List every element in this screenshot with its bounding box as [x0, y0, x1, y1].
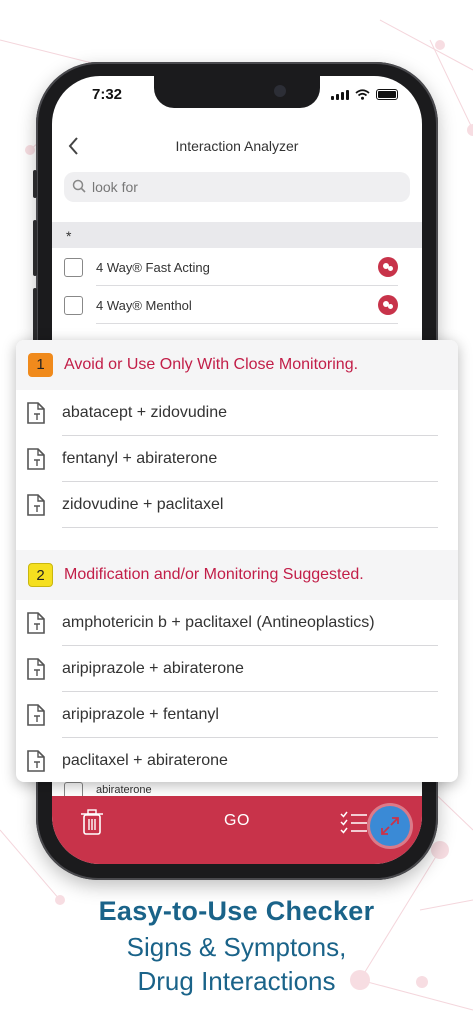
- severity-header: 1 Avoid or Use Only With Close Monitorin…: [16, 340, 458, 390]
- document-icon: [27, 704, 45, 726]
- interaction-pair: zidovudine + paclitaxel: [62, 496, 224, 513]
- search-input[interactable]: look for: [64, 172, 410, 202]
- interaction-pair: fentanyl + abiraterone: [62, 450, 218, 467]
- interaction-results-card: 1 Avoid or Use Only With Close Monitorin…: [16, 340, 458, 782]
- expand-button[interactable]: [370, 806, 410, 846]
- page-title: Interaction Analyzer: [175, 138, 299, 154]
- interaction-pair: aripiprazole + abiraterone: [62, 660, 244, 677]
- list-item[interactable]: 4 Way® Menthol: [52, 286, 422, 324]
- section-header: *: [52, 222, 422, 248]
- status-time: 7:32: [92, 86, 123, 103]
- expand-icon: [381, 817, 399, 835]
- document-icon: [27, 402, 45, 424]
- severity-title: Modification and/or Monitoring Suggested…: [64, 566, 364, 583]
- drug-name: 4 Way® Menthol: [96, 298, 192, 313]
- mute-switch: [33, 170, 37, 198]
- list-item[interactable]: 4 Way® Fast Acting: [52, 248, 422, 286]
- interaction-pair: paclitaxel + abiraterone: [62, 752, 228, 769]
- pill-icon[interactable]: [378, 295, 398, 315]
- document-icon: [27, 494, 45, 516]
- signal-icon: [331, 89, 349, 100]
- status-icons: [331, 89, 398, 100]
- interaction-row[interactable]: aripiprazole + fentanyl: [16, 692, 458, 738]
- battery-icon: [376, 89, 398, 100]
- interaction-row[interactable]: aripiprazole + abiraterone: [16, 646, 458, 692]
- checklist-icon[interactable]: [340, 810, 368, 836]
- tagline-line-3: Drug Interactions: [137, 966, 336, 996]
- search-icon: [72, 179, 86, 193]
- interaction-pair: abatacept + zidovudine: [62, 404, 228, 421]
- interaction-row[interactable]: fentanyl + abiraterone: [16, 436, 458, 482]
- notch: [154, 76, 320, 108]
- document-icon: [27, 612, 45, 634]
- checkbox[interactable]: [64, 296, 83, 315]
- interaction-pair: amphotericin b + paclitaxel (Antineoplas…: [62, 614, 375, 631]
- interaction-row[interactable]: zidovudine + paclitaxel: [16, 482, 458, 528]
- severity-badge: 2: [28, 563, 53, 587]
- document-icon: [27, 750, 45, 772]
- checkbox[interactable]: [64, 258, 83, 277]
- document-icon: [27, 658, 45, 680]
- severity-badge: 1: [28, 353, 53, 377]
- document-icon: [27, 448, 45, 470]
- search-placeholder: look for: [92, 179, 138, 195]
- drug-name: abiraterone: [96, 784, 152, 796]
- section-header-label: *: [66, 228, 72, 244]
- volume-down-button: [33, 288, 37, 344]
- interaction-row[interactable]: abatacept + zidovudine: [16, 390, 458, 436]
- interaction-row[interactable]: amphotericin b + paclitaxel (Antineoplas…: [16, 600, 458, 646]
- severity-header: 2 Modification and/or Monitoring Suggest…: [16, 550, 458, 600]
- severity-title: Avoid or Use Only With Close Monitoring.: [64, 356, 359, 373]
- tagline-headline: Easy-to-Use Checker: [98, 896, 375, 926]
- pill-icon[interactable]: [378, 257, 398, 277]
- volume-up-button: [33, 220, 37, 276]
- bottom-toolbar: GO: [52, 796, 422, 864]
- wifi-icon: [355, 89, 370, 100]
- drug-name: 4 Way® Fast Acting: [96, 260, 210, 275]
- nav-bar: Interaction Analyzer: [52, 124, 422, 170]
- interaction-pair: aripiprazole + fentanyl: [62, 706, 219, 723]
- tagline-line-2: Signs & Symptons,: [126, 932, 347, 962]
- interaction-row[interactable]: paclitaxel + abiraterone: [16, 738, 458, 782]
